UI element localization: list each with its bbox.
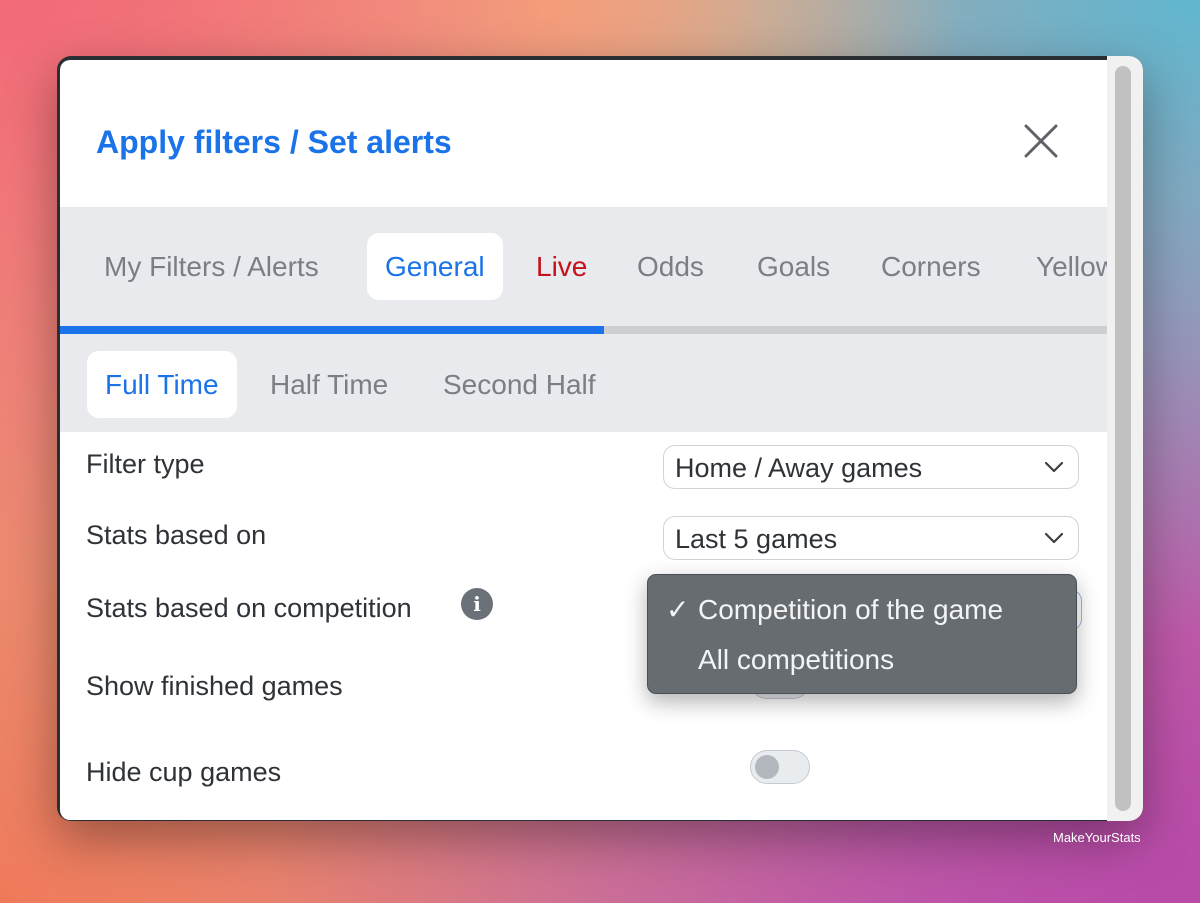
modal-header: Apply filters / Set alerts: [60, 60, 1107, 208]
filter-type-label: Filter type: [86, 449, 205, 479]
stats-based-on-value: Last 5 games: [675, 524, 838, 554]
close-icon: [1024, 124, 1058, 158]
option-label: Competition of the game: [698, 594, 1004, 625]
tab-my-filters-alerts[interactable]: My Filters / Alerts: [86, 233, 337, 300]
subtab-second-half[interactable]: Second Half: [425, 351, 614, 418]
chevron-down-icon: [1044, 532, 1064, 544]
tab-yellow[interactable]: Yellow: [1018, 233, 1107, 300]
tabs-scroll-progress-fill: [60, 326, 605, 334]
period-subtabs: Full Time Half Time Second Half: [60, 335, 1107, 432]
stats-based-on-select[interactable]: Last 5 games: [663, 516, 1079, 560]
watermark: MakeYourStats: [1053, 830, 1141, 845]
tabs-scroll-progress: [60, 326, 1107, 334]
tab-goals[interactable]: Goals: [739, 233, 848, 300]
filter-type-value: Home / Away games: [675, 453, 923, 483]
close-button[interactable]: [1022, 122, 1060, 160]
competition-dropdown-menu: ✓ Competition of the game All competitio…: [647, 574, 1077, 694]
main-tabs: My Filters / Alerts General Live Odds Go…: [60, 207, 1107, 335]
toggle-knob: [755, 755, 779, 779]
option-competition-of-the-game[interactable]: ✓ Competition of the game: [648, 587, 1075, 633]
subtab-full-time[interactable]: Full Time: [87, 351, 237, 418]
chevron-down-icon: [1044, 461, 1064, 473]
filters-modal: Apply filters / Set alerts My Filters / …: [60, 60, 1107, 820]
tab-odds[interactable]: Odds: [619, 233, 722, 300]
tab-general[interactable]: General: [367, 233, 503, 300]
stats-based-on-label: Stats based on: [86, 520, 267, 550]
option-label: All competitions: [698, 644, 895, 675]
hide-cup-toggle[interactable]: [750, 750, 810, 784]
stats-competition-label: Stats based on competition: [86, 593, 412, 623]
subtab-half-time[interactable]: Half Time: [252, 351, 406, 418]
hide-cup-label: Hide cup games: [86, 757, 282, 787]
tab-live[interactable]: Live: [518, 233, 605, 300]
show-finished-label: Show finished games: [86, 671, 343, 701]
info-icon[interactable]: i: [461, 588, 493, 620]
tab-corners[interactable]: Corners: [863, 233, 999, 300]
modal-title: Apply filters / Set alerts: [96, 124, 452, 160]
filter-type-select[interactable]: Home / Away games: [663, 445, 1079, 489]
app-window: Apply filters / Set alerts My Filters / …: [57, 56, 1143, 821]
scrollbar-thumb[interactable]: [1115, 66, 1131, 811]
option-all-competitions[interactable]: All competitions: [648, 637, 1075, 683]
checkmark-icon: ✓: [666, 594, 690, 625]
